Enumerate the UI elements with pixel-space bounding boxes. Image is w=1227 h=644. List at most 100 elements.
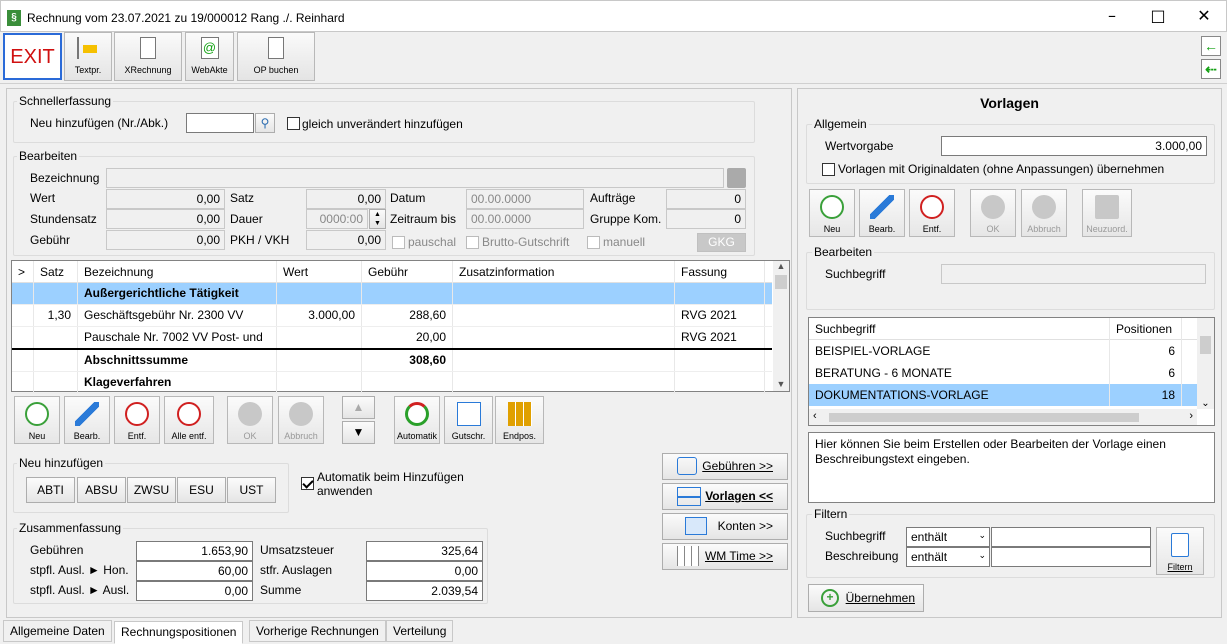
chevron-down-icon[interactable]: ⌄	[1197, 398, 1214, 409]
arrow-left-icon[interactable]: ←	[1201, 36, 1221, 56]
dauer-spinner[interactable]: ▲ ▼	[369, 209, 386, 229]
close-window-button[interactable]: ✕	[1181, 0, 1227, 31]
ust-button[interactable]: UST	[227, 477, 276, 503]
col-header-satz[interactable]: Satz	[34, 261, 78, 283]
table-scrollbar[interactable]: ▲ ▼	[773, 261, 789, 391]
abti-button[interactable]: ABTI	[26, 477, 75, 503]
exit-button[interactable]: EXIT	[3, 33, 62, 80]
tab-rechnungspositionen[interactable]: Rechnungspositionen	[114, 621, 244, 644]
wert-field[interactable]: 0,00	[106, 189, 225, 209]
satz-field[interactable]: 0,00	[306, 189, 386, 209]
vorlage-suchbegriff-field[interactable]	[941, 264, 1206, 284]
vorlagen-list-hscroll[interactable]: ‹ ›	[809, 409, 1197, 425]
dauer-field[interactable]: 0000:00	[306, 209, 368, 229]
minimize-button[interactable]: –	[1089, 0, 1135, 31]
table-entf-button[interactable]: Entf.	[114, 396, 160, 444]
vorlage-neuzuord-button[interactable]: Neuzuord.	[1082, 189, 1132, 237]
manuell-checkbox[interactable]	[587, 236, 600, 249]
vorlagen-nav-button[interactable]: Vorlagen <<	[662, 483, 788, 510]
xrechnung-button[interactable]: XRechnung	[114, 32, 182, 81]
webakte-button[interactable]: @ WebAkte	[185, 32, 234, 81]
zwsu-button[interactable]: ZWSU	[127, 477, 176, 503]
maximize-button[interactable]: □	[1135, 0, 1181, 31]
vorlage-entf-button[interactable]: Entf.	[909, 189, 955, 237]
tab-allgemeine-daten[interactable]: Allgemeine Daten	[3, 620, 112, 642]
move-down-button[interactable]: ▼	[342, 421, 375, 444]
op-buchen-button[interactable]: OP buchen	[237, 32, 315, 81]
arrow-left-dashed-icon[interactable]: ⇠	[1201, 59, 1221, 79]
lookup-icon[interactable]	[727, 168, 746, 188]
gkg-button[interactable]: GKG	[697, 233, 746, 252]
filtern-button[interactable]: Filtern	[1156, 527, 1204, 575]
datum-field[interactable]: 00.00.0000	[466, 189, 584, 209]
vorlage-bearb-button[interactable]: Bearb.	[859, 189, 905, 237]
table-abbruch-button[interactable]: Abbruch	[278, 396, 324, 444]
automatik-checkbox[interactable]	[301, 477, 314, 490]
col-header-marker[interactable]: >	[12, 261, 34, 283]
unveraendert-checkbox[interactable]	[287, 117, 300, 130]
pauschal-checkbox[interactable]	[392, 236, 405, 249]
vorlagen-list-item[interactable]: BEISPIEL-VORLAGE 6	[809, 340, 1197, 362]
table-ok-button[interactable]: OK	[227, 396, 273, 444]
table-bearb-button[interactable]: Bearb.	[64, 396, 110, 444]
konten-nav-button[interactable]: Konten >>	[662, 513, 788, 540]
chevron-left-icon[interactable]: ‹	[813, 410, 817, 422]
uebernehmen-button[interactable]: + Übernehmen	[808, 584, 924, 612]
search-icon[interactable]: ⚲	[255, 113, 275, 133]
table-row[interactable]: Pauschale Nr. 7002 VV Post- und 20,00 RVG …	[12, 327, 772, 350]
col-header-bezeichnung[interactable]: Bezeichnung	[78, 261, 277, 283]
gebuehren-nav-button[interactable]: Gebühren >>	[662, 453, 788, 480]
scroll-down-icon[interactable]: ▼	[773, 379, 789, 389]
pkh-field[interactable]: 0,00	[306, 230, 386, 250]
tab-verteilung[interactable]: Verteilung	[386, 620, 454, 642]
automatik-button[interactable]: Automatik	[394, 396, 440, 444]
vscroll-thumb[interactable]	[1200, 336, 1211, 354]
vorlage-abbruch-button[interactable]: Abbruch	[1021, 189, 1067, 237]
col-header-gebuehr[interactable]: Gebühr	[362, 261, 453, 283]
absu-button[interactable]: ABSU	[77, 477, 126, 503]
table-cell-fassung	[675, 372, 765, 393]
esu-button[interactable]: ESU	[177, 477, 226, 503]
vorlagen-list-vscroll[interactable]: ⌄	[1197, 318, 1214, 409]
vorlage-ok-button[interactable]: OK	[970, 189, 1016, 237]
filter-suchbegriff-select[interactable]: enthält ⌄	[906, 527, 990, 547]
auftraege-field[interactable]: 0	[666, 189, 746, 209]
table-neu-button[interactable]: Neu	[14, 396, 60, 444]
wmtime-nav-button[interactable]: WM Time >>	[662, 543, 788, 570]
col-header-wert[interactable]: Wert	[277, 261, 362, 283]
hscroll-thumb[interactable]	[829, 413, 1139, 422]
move-up-button[interactable]: ▲	[342, 396, 375, 419]
col-header-fassung[interactable]: Fassung	[675, 261, 765, 283]
zeitraum-field[interactable]: 00.00.0000	[466, 209, 584, 229]
vorlage-neu-button[interactable]: Neu	[809, 189, 855, 237]
bezeichnung-field[interactable]	[106, 168, 724, 188]
table-alle-entf-button[interactable]: Alle entf.	[164, 396, 214, 444]
filter-beschreibung-input[interactable]	[991, 547, 1151, 567]
table-row[interactable]: 1,30 Geschäftsgebühr Nr. 2300 VV 3.000,00 2…	[12, 305, 772, 327]
vcol-header-positionen[interactable]: Positionen	[1110, 318, 1182, 340]
endpos-button[interactable]: Endpos.	[495, 396, 544, 444]
originaldaten-checkbox[interactable]	[822, 163, 835, 176]
filter-beschreibung-select[interactable]: enthält ⌄	[906, 547, 990, 567]
neu-hinzufuegen-input[interactable]	[186, 113, 254, 133]
vcol-header-suchbegriff[interactable]: Suchbegriff	[809, 318, 1110, 340]
gutschr-button[interactable]: Gutschr.	[444, 396, 493, 444]
gruppe-field[interactable]: 0	[666, 209, 746, 229]
scroll-thumb[interactable]	[775, 275, 787, 289]
vorlagen-list-item[interactable]: DOKUMENTATIONS-VORLAGE 18	[809, 384, 1197, 406]
table-row[interactable]: Außergerichtliche Tätigkeit	[12, 283, 772, 305]
filter-suchbegriff-input[interactable]	[991, 527, 1151, 547]
beschreibung-textarea[interactable]: Hier können Sie beim Erstellen oder Bear…	[808, 432, 1215, 503]
chevron-right-icon[interactable]: ›	[1189, 410, 1193, 422]
brutto-checkbox[interactable]	[466, 236, 479, 249]
tab-vorherige-rechnungen[interactable]: Vorherige Rechnungen	[249, 620, 386, 642]
scroll-up-icon[interactable]: ▲	[773, 261, 789, 271]
col-header-zusatz[interactable]: Zusatzinformation	[453, 261, 675, 283]
table-row[interactable]: Abschnittssumme 308,60	[12, 350, 772, 372]
textpr-button[interactable]: Textpr.	[64, 32, 112, 81]
gebuehr-field[interactable]: 0,00	[106, 230, 225, 250]
wertvorgabe-input[interactable]: 3.000,00	[941, 136, 1207, 156]
table-row[interactable]: Klageverfahren	[12, 372, 772, 394]
vorlagen-list-item[interactable]: BERATUNG - 6 MONATE 6	[809, 362, 1197, 384]
stundensatz-field[interactable]: 0,00	[106, 209, 225, 229]
